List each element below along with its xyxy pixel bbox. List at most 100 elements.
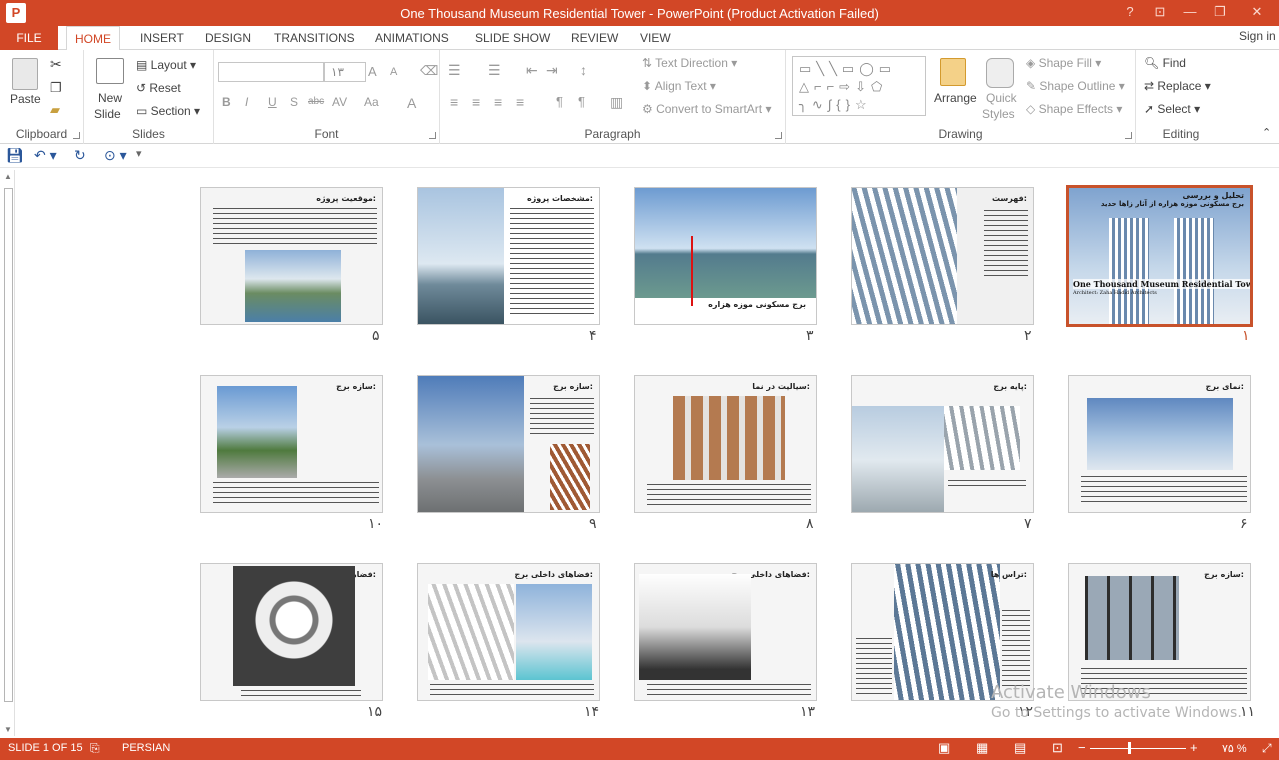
align-center-icon[interactable]: ≡ <box>472 94 480 110</box>
zoom-slider-thumb[interactable] <box>1128 742 1131 754</box>
section-button[interactable]: ▭ Section ▾ <box>136 104 200 118</box>
tab-insert[interactable]: INSERT <box>132 26 192 50</box>
tab-home[interactable]: HOME <box>66 26 120 51</box>
increase-indent-icon[interactable]: ⇥ <box>546 62 558 79</box>
shape-outline-button[interactable]: ✎ Shape Outline ▾ <box>1026 79 1125 93</box>
paste-button[interactable]: Paste <box>10 92 41 106</box>
numbering-icon[interactable]: ☰ <box>488 62 501 79</box>
select-button[interactable]: ➚ Select ▾ <box>1144 102 1200 116</box>
slide-thumbnail-14[interactable]: فضاهای داخلی برج: <box>417 563 600 701</box>
justify-icon[interactable]: ≡ <box>516 94 524 110</box>
zoom-out-icon[interactable]: − <box>1078 740 1086 755</box>
normal-view-icon[interactable]: ▣ <box>938 740 950 756</box>
slide-thumbnail-13[interactable]: فضاهای داخلی برج: <box>634 563 817 701</box>
tab-animations[interactable]: ANIMATIONS <box>367 26 457 50</box>
strikethrough-button[interactable]: abc <box>308 96 324 107</box>
font-name-combo[interactable] <box>218 62 324 82</box>
format-painter-icon[interactable]: ▰ <box>50 102 60 118</box>
ltr-direction-icon[interactable]: ¶ <box>556 94 563 109</box>
sign-in-link[interactable]: Sign in <box>1239 26 1279 46</box>
collapse-ribbon-icon[interactable]: ⌃ <box>1262 126 1271 139</box>
shape-effects-button[interactable]: ◇ Shape Effects ▾ <box>1026 102 1122 116</box>
fit-to-window-icon[interactable]: ⤢ <box>1262 741 1272 756</box>
grow-font-button[interactable]: A <box>368 64 377 79</box>
new-slide-label-2[interactable]: Slide <box>94 107 121 121</box>
tab-file[interactable]: FILE <box>0 26 58 50</box>
quick-styles-label-1[interactable]: Quick <box>986 91 1017 105</box>
change-case-button[interactable]: Aa <box>364 95 379 109</box>
slide-thumbnail-10[interactable]: سازه برج: <box>200 375 383 513</box>
rtl-direction-icon[interactable]: ¶ <box>578 94 585 109</box>
slide-sorter-icon[interactable]: ▦ <box>976 740 988 756</box>
slide-thumbnail-3[interactable]: برج مسکونی موزه هزاره <box>634 187 817 325</box>
save-icon[interactable]: 💾︎ <box>6 147 24 164</box>
font-color-button[interactable]: A <box>407 95 416 111</box>
vertical-scrollbar[interactable]: ▲ ▼ <box>2 170 15 736</box>
decrease-indent-icon[interactable]: ⇤ <box>526 62 538 79</box>
clipboard-launcher-icon[interactable] <box>73 132 80 139</box>
font-launcher-icon[interactable] <box>429 132 436 139</box>
quick-styles-icon[interactable] <box>986 58 1014 88</box>
columns-icon[interactable]: ▥ <box>610 94 623 111</box>
paragraph-launcher-icon[interactable] <box>775 132 782 139</box>
close-button[interactable]: ✕ <box>1235 0 1279 26</box>
bold-button[interactable]: B <box>222 95 231 109</box>
slide-thumbnail-5[interactable]: موقعیت پروژه: <box>200 187 383 325</box>
reading-view-icon[interactable]: ▤ <box>1014 740 1026 756</box>
zoom-level[interactable]: ۷۵ % <box>1222 742 1247 755</box>
slide-thumbnail-6[interactable]: نمای برج: <box>1068 375 1251 513</box>
spelling-icon[interactable]: ⎘ <box>90 741 100 756</box>
italic-button[interactable]: I <box>245 95 248 109</box>
slide-thumbnail-12[interactable]: تراس ها: <box>851 563 1034 701</box>
slide-thumbnail-2[interactable]: فهرست: <box>851 187 1034 325</box>
character-spacing-button[interactable]: AV <box>332 95 347 109</box>
tab-view[interactable]: VIEW <box>632 26 679 50</box>
language-indicator[interactable]: PERSIAN <box>122 742 170 754</box>
text-direction-button[interactable]: ⇅ Text Direction ▾ <box>642 56 737 70</box>
new-slide-icon[interactable] <box>96 58 124 84</box>
arrange-button[interactable]: Arrange <box>934 91 977 105</box>
copy-icon[interactable]: ❐ <box>50 80 62 96</box>
find-button[interactable]: 🔍︎ Find <box>1144 56 1186 70</box>
zoom-slider[interactable] <box>1090 748 1186 749</box>
slideshow-view-icon[interactable]: ⊡ <box>1052 740 1063 756</box>
slide-thumbnail-8[interactable]: سیالیت در نما: <box>634 375 817 513</box>
help-icon[interactable]: ? <box>1115 0 1145 26</box>
underline-button[interactable]: U <box>268 95 277 109</box>
drawing-launcher-icon[interactable] <box>1125 132 1132 139</box>
align-left-icon[interactable]: ≡ <box>450 94 458 110</box>
maximize-button[interactable]: ❐ <box>1205 0 1235 26</box>
convert-smartart-button[interactable]: ⚙ Convert to SmartArt ▾ <box>642 102 771 116</box>
layout-button[interactable]: ▤ Layout ▾ <box>136 58 196 72</box>
line-spacing-icon[interactable]: ↕ <box>580 62 587 78</box>
shape-fill-button[interactable]: ◈ Shape Fill ▾ <box>1026 56 1101 70</box>
scroll-thumb[interactable] <box>4 188 13 702</box>
scroll-up-icon[interactable]: ▲ <box>4 172 12 181</box>
shrink-font-button[interactable]: A <box>390 66 397 78</box>
minimize-button[interactable]: — <box>1175 0 1205 26</box>
cut-icon[interactable]: ✂ <box>50 56 62 73</box>
tab-transitions[interactable]: TRANSITIONS <box>266 26 363 50</box>
slide-thumbnail-7[interactable]: پایه برج: <box>851 375 1034 513</box>
customize-qat-icon[interactable]: ▾ <box>136 147 142 160</box>
present-icon[interactable]: ⊙ ▾ <box>104 147 127 164</box>
text-shadow-button[interactable]: S <box>290 95 298 109</box>
slide-thumbnail-1[interactable]: تحلیل و بررسی برج مسکونی موزه هزاره از آ… <box>1066 185 1253 327</box>
tab-review[interactable]: REVIEW <box>563 26 626 50</box>
arrange-icon[interactable] <box>940 58 966 86</box>
align-right-icon[interactable]: ≡ <box>494 94 502 110</box>
slide-thumbnail-15[interactable]: فضاهای داخلی برج: <box>200 563 383 701</box>
scroll-down-icon[interactable]: ▼ <box>4 725 12 734</box>
quick-styles-label-2[interactable]: Styles <box>982 107 1015 121</box>
tab-design[interactable]: DESIGN <box>197 26 259 50</box>
undo-icon[interactable]: ↶ ▾ <box>34 147 57 164</box>
ribbon-display-icon[interactable]: ⊡ <box>1145 0 1175 26</box>
bullets-icon[interactable]: ☰ <box>448 62 461 79</box>
replace-button[interactable]: ⇄ Replace ▾ <box>1144 79 1211 93</box>
new-slide-label-1[interactable]: New <box>98 91 122 105</box>
shapes-gallery[interactable]: ▭╲╲▭◯▭ △⌐⌐⇨⇩⬠ ╮∿∫{}☆ <box>792 56 926 116</box>
slide-thumbnail-9[interactable]: سازه برج: <box>417 375 600 513</box>
repeat-icon[interactable]: ↻ <box>74 147 86 164</box>
reset-button[interactable]: ↺ Reset <box>136 81 181 95</box>
clear-formatting-icon[interactable]: ⌫ <box>420 63 438 79</box>
